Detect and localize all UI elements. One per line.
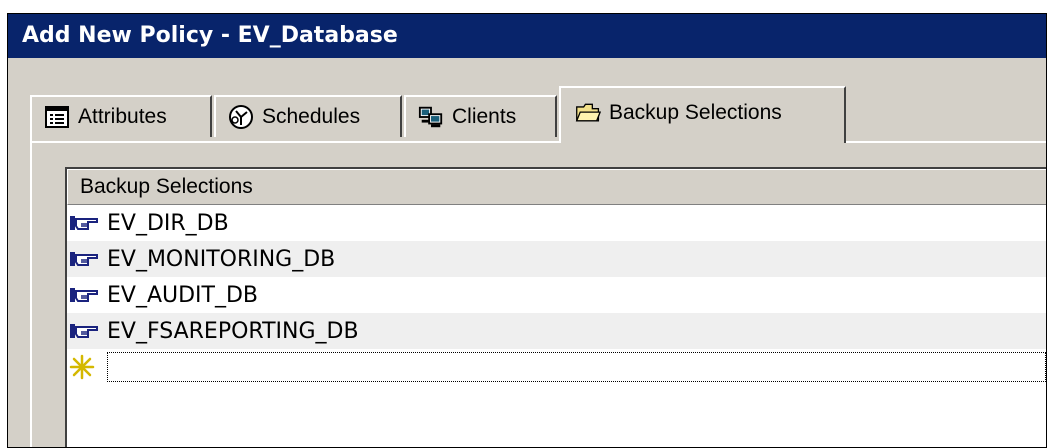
- directive-hand-icon: [69, 283, 107, 307]
- list-item[interactable]: EV_AUDIT_DB: [67, 277, 1046, 313]
- backup-selections-list[interactable]: Backup Selections EV_DIR_DB EV_MONITORIN…: [65, 167, 1046, 447]
- list-item[interactable]: EV_FSAREPORTING_DB: [67, 313, 1046, 349]
- tab-attributes-label: Attributes: [78, 105, 167, 128]
- new-item-star-icon: [69, 354, 107, 380]
- directive-hand-icon: [69, 319, 107, 343]
- directive-hand-icon: [69, 247, 107, 271]
- attributes-icon: [44, 105, 70, 129]
- add-policy-dialog: Add New Policy - EV_Database Attributes: [7, 13, 1047, 448]
- column-header-backup-selections[interactable]: Backup Selections: [67, 169, 1046, 205]
- tab-schedules-label: Schedules: [262, 105, 361, 128]
- new-item-row[interactable]: [67, 349, 1046, 385]
- list-item-label: EV_AUDIT_DB: [107, 282, 259, 308]
- clients-icon: [418, 105, 444, 129]
- folder-icon: [575, 101, 601, 125]
- tab-divider: [30, 141, 1046, 143]
- tab-strip: Attributes Schedules Clients Backup Sele…: [8, 58, 1046, 143]
- tab-clients-label: Clients: [452, 105, 517, 128]
- tab-backup-selections-label: Backup Selections: [609, 100, 782, 124]
- list-item[interactable]: EV_MONITORING_DB: [67, 241, 1046, 277]
- window-title: Add New Policy - EV_Database: [8, 14, 1046, 58]
- schedules-icon: [228, 105, 254, 129]
- tab-backup-selections[interactable]: Backup Selections: [559, 86, 846, 143]
- directive-hand-icon: [69, 211, 107, 235]
- list-item-label: EV_DIR_DB: [107, 210, 229, 236]
- list-item-label: EV_FSAREPORTING_DB: [107, 318, 359, 344]
- tab-clients[interactable]: Clients: [404, 95, 557, 137]
- tab-schedules[interactable]: Schedules: [214, 95, 402, 137]
- new-item-input[interactable]: [107, 352, 1046, 382]
- panel-edge: [30, 99, 32, 447]
- list-item-label: EV_MONITORING_DB: [107, 246, 336, 272]
- tab-attributes[interactable]: Attributes: [30, 95, 212, 137]
- list-item[interactable]: EV_DIR_DB: [67, 205, 1046, 241]
